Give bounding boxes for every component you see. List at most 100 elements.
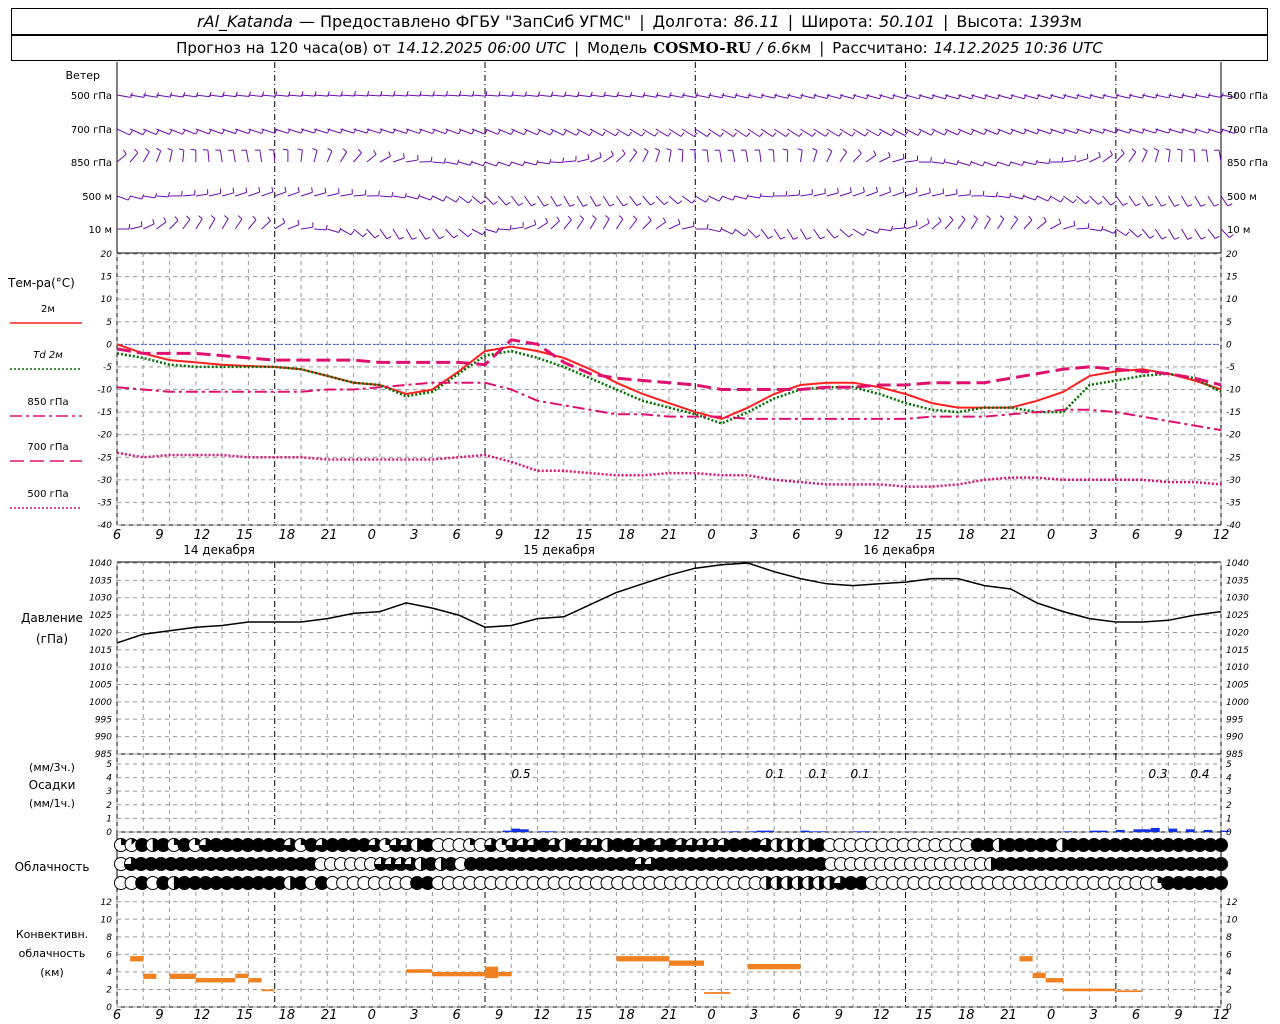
wind-barb-flag — [917, 131, 922, 136]
wind-barb-flag — [362, 232, 367, 237]
wind-barb-flag — [411, 237, 417, 240]
wind-barb-flag — [1072, 198, 1077, 204]
precip-tick-label: 4 — [1226, 774, 1232, 784]
wind-barb — [1194, 195, 1202, 207]
wind-barb — [156, 94, 171, 98]
pressure-tick-label: 1000 — [1226, 698, 1249, 708]
wind-barb-flag — [772, 132, 777, 137]
wind-barb — [747, 195, 760, 199]
wind-barb-flag — [453, 234, 459, 239]
temp-tick-label: -40 — [1226, 521, 1241, 531]
time-tick-label: 18 — [618, 528, 635, 543]
wind-barb-flag — [1174, 236, 1180, 240]
wind-barb-flag — [1085, 200, 1090, 205]
wind-barb-flag — [842, 148, 848, 153]
wind-barb — [445, 195, 457, 203]
wind-barb-flag — [312, 148, 318, 151]
wind-barb — [300, 191, 313, 197]
wind-level-label: 500 гПа — [71, 91, 112, 102]
wind-barb-flag — [677, 148, 684, 151]
wind-barb — [1115, 94, 1130, 99]
wind-barb — [458, 228, 469, 237]
wind-barb — [1181, 228, 1189, 240]
wind-barb — [156, 221, 167, 230]
wind-barb — [839, 94, 854, 100]
wind-barb-flag — [745, 194, 749, 200]
wind-barb — [1194, 228, 1202, 240]
wind-barb-flag — [252, 215, 257, 221]
wind-barb-flag — [839, 93, 843, 99]
wind-barb-flag — [248, 91, 251, 97]
wind-barb — [273, 149, 276, 163]
wind-barb — [1102, 154, 1113, 163]
wind-barb — [1155, 128, 1169, 134]
wind-barb-flag — [402, 153, 405, 159]
wind-barb-flag — [373, 149, 377, 155]
wind-barb-flag — [156, 147, 162, 152]
wind-barb — [984, 195, 997, 198]
precip-bar — [1063, 831, 1073, 832]
pressure-tick-label: 1040 — [1226, 559, 1249, 569]
wind-barb — [1036, 221, 1047, 230]
precip-annotation: 0.4 — [1190, 767, 1209, 781]
wind-barb — [576, 158, 589, 163]
wind-barb — [1062, 195, 1074, 204]
wind-barb-flag — [996, 129, 1001, 135]
wind-barb — [1102, 195, 1112, 206]
wind-barb-flag — [718, 196, 723, 202]
precip-panel-title: Осадки — [29, 778, 76, 792]
wind-barb — [944, 219, 954, 230]
wind-barb — [787, 194, 800, 197]
wind-barb — [143, 94, 158, 98]
pressure-tick-label: 990 — [1226, 733, 1243, 743]
wind-barb — [813, 94, 828, 99]
wind-barb — [1128, 151, 1137, 163]
wind-barb — [169, 150, 173, 163]
wind-barb-flag — [755, 234, 761, 238]
conv-title-line2: облачность — [19, 947, 86, 960]
wind-barb-flag — [297, 219, 300, 225]
wind-barb-flag — [545, 217, 549, 223]
wind-barb-flag — [439, 236, 445, 240]
wind-barb — [116, 94, 131, 98]
wind-level-label: 700 гПа — [1227, 125, 1268, 136]
wind-barb — [235, 191, 247, 197]
wind-barb-flag — [556, 203, 562, 207]
wind-barb — [1207, 195, 1215, 207]
wind-barb — [550, 94, 565, 98]
wind-barb-flag — [930, 157, 932, 163]
wind-barb — [1142, 94, 1156, 99]
pressure-tick-label: 990 — [95, 733, 112, 743]
wind-barb — [732, 150, 736, 163]
precip-bar — [853, 831, 862, 832]
wind-barb-flag — [826, 93, 830, 99]
temp-legend-label: 850 гПа — [27, 397, 68, 408]
cloud-panel-title: Облачность — [15, 860, 90, 874]
wind-barb — [747, 94, 762, 99]
temp-tick-label: -25 — [1226, 453, 1241, 463]
conv-cloud-bar — [747, 964, 801, 970]
wind-barb-flag — [890, 225, 894, 231]
wind-barb — [129, 152, 139, 163]
wind-barb-flag — [590, 91, 593, 97]
wind-barb-flag — [311, 187, 313, 193]
wind-barb-flag — [267, 216, 271, 222]
wind-barb — [432, 94, 447, 97]
time-tick-label: 12 — [194, 1008, 211, 1023]
wind-barb — [970, 218, 978, 230]
temp-legend-label: 2м — [41, 304, 55, 315]
wind-barb-flag — [178, 148, 185, 151]
wind-barb — [721, 94, 736, 99]
temp-legend-label: 500 гПа — [27, 489, 68, 500]
wind-barb — [471, 94, 486, 97]
wind-barb — [931, 220, 942, 230]
wind-barb-flag — [825, 132, 830, 137]
wind-barb — [905, 159, 918, 163]
wind-barb — [353, 152, 362, 163]
day-label: 14 декабря — [183, 543, 255, 557]
wind-barb-flag — [1089, 93, 1093, 99]
wind-barb — [156, 195, 169, 198]
wind-barb — [537, 94, 552, 97]
wind-barb-flag — [938, 216, 942, 222]
wind-barb-flag — [388, 151, 391, 157]
